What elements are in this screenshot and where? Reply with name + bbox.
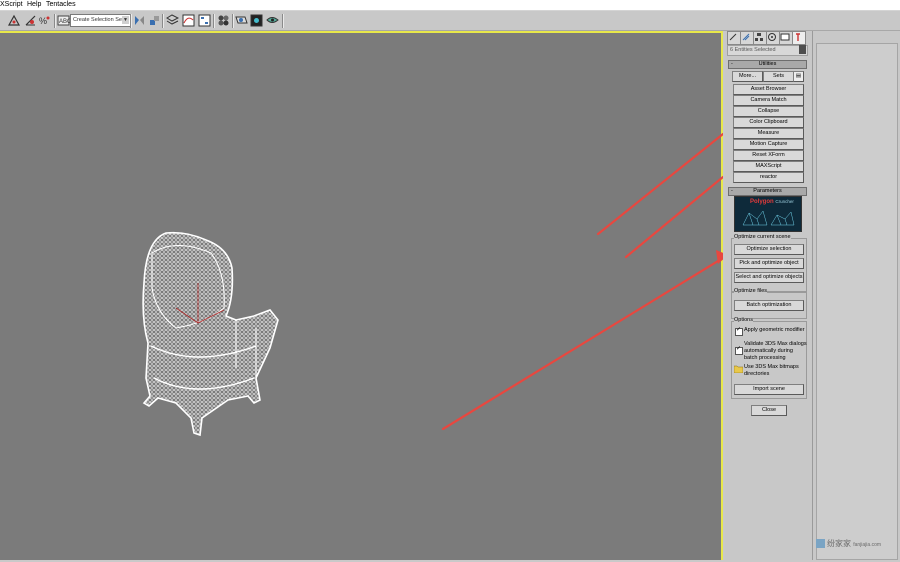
- object-color-swatch[interactable]: [799, 45, 806, 54]
- svg-text:ABC: ABC: [59, 19, 70, 25]
- polygon-cruncher-logo: Polygon Cruncher: [734, 196, 802, 232]
- select-optimize-button[interactable]: Select and optimize objects: [734, 272, 804, 283]
- import-scene-button[interactable]: Import scene: [734, 384, 804, 395]
- sets-button[interactable]: Sets: [763, 71, 794, 82]
- measure-button[interactable]: Measure: [733, 128, 804, 139]
- modify-tab-icon[interactable]: [740, 31, 754, 45]
- command-panel: 6 Entities Selected - Utilities More... S…: [725, 31, 812, 560]
- validate-dialogs-label-2: automatically during: [744, 348, 793, 354]
- reset-xform-button[interactable]: Reset XForm: [733, 150, 804, 161]
- parameters-rollout-header[interactable]: - Parameters: [728, 187, 807, 196]
- validate-dialogs-label-1: Validate 3DS Max dialogs: [744, 341, 807, 347]
- percent-snap-icon[interactable]: %: [38, 14, 51, 27]
- edit-named-selection-icon[interactable]: ABC: [57, 14, 70, 27]
- apply-modifier-checkbox[interactable]: [735, 326, 743, 336]
- optimize-selection-button[interactable]: Optimize selection: [734, 244, 804, 255]
- render-production-icon[interactable]: [266, 14, 279, 27]
- mirror-icon[interactable]: [133, 14, 146, 27]
- main-toolbar: % ABC Create Selection Set ▼: [0, 11, 900, 31]
- rendered-frame-window-icon[interactable]: [250, 14, 263, 27]
- use-bitmaps-label-2: directories: [744, 371, 770, 377]
- close-button[interactable]: Close: [751, 405, 787, 416]
- curve-editor-icon[interactable]: [182, 14, 195, 27]
- configure-button-sets-icon[interactable]: ▤: [793, 71, 804, 82]
- optimize-files-label: Optimize files: [734, 288, 768, 294]
- chevron-down-icon: ▼: [122, 16, 129, 24]
- collapse-button[interactable]: Collapse: [733, 106, 804, 117]
- create-tab-icon[interactable]: [727, 31, 741, 45]
- layer-manager-icon[interactable]: [166, 14, 179, 27]
- material-editor-icon[interactable]: [217, 14, 230, 27]
- menu-bar: XScript Help Tentacles: [0, 0, 900, 11]
- render-setup-icon[interactable]: [235, 14, 248, 27]
- collapse-icon: -: [731, 61, 733, 67]
- options-label: Options: [734, 317, 753, 323]
- display-tab-icon[interactable]: [779, 31, 793, 45]
- optimize-scene-label: Optimize current scene: [734, 234, 791, 240]
- camera-match-button[interactable]: Camera Match: [733, 95, 804, 106]
- more-button[interactable]: More...: [732, 71, 763, 82]
- empty-panel-area: [816, 43, 898, 560]
- logo-icon: [816, 539, 825, 549]
- side-panel-strip: [812, 31, 900, 560]
- batch-optimization-button[interactable]: Batch optimization: [734, 300, 804, 311]
- schematic-view-icon[interactable]: [198, 14, 211, 27]
- menu-help[interactable]: Help: [27, 1, 41, 8]
- asset-browser-button[interactable]: Asset Browser: [733, 84, 804, 95]
- motion-capture-button[interactable]: Motion Capture: [733, 139, 804, 150]
- folder-icon[interactable]: [734, 365, 743, 373]
- annotation-arrows: [441, 132, 723, 431]
- color-clipboard-button[interactable]: Color Clipboard: [733, 117, 804, 128]
- validate-dialogs-checkbox[interactable]: [735, 345, 743, 355]
- named-selection-dropdown[interactable]: Create Selection Set ▼: [70, 14, 131, 27]
- perspective-viewport[interactable]: [0, 31, 723, 560]
- apply-modifier-label: Apply geometric modifier: [744, 327, 805, 333]
- utilities-tab-icon[interactable]: [792, 31, 806, 45]
- menu-tentacles[interactable]: Tentacles: [46, 1, 76, 8]
- validate-dialogs-label-3: batch processing: [744, 355, 786, 361]
- reactor-button[interactable]: reactor: [733, 172, 804, 183]
- utilities-rollout-header[interactable]: - Utilities: [728, 60, 807, 69]
- pick-optimize-button[interactable]: Pick and optimize object: [734, 258, 804, 269]
- motion-tab-icon[interactable]: [766, 31, 780, 45]
- collapse-icon: -: [731, 188, 733, 194]
- selection-info-field: 6 Entities Selected: [727, 45, 808, 56]
- maxscript-button[interactable]: MAXScript: [733, 161, 804, 172]
- use-bitmaps-label-1: Use 3DS Max bitmaps: [744, 364, 799, 370]
- hierarchy-tab-icon[interactable]: [753, 31, 767, 45]
- angle-snap-icon[interactable]: [24, 14, 37, 27]
- svg-text:%: %: [39, 16, 47, 26]
- align-icon[interactable]: [148, 14, 161, 27]
- menu-maxscript[interactable]: XScript: [0, 1, 23, 8]
- site-watermark: 纷家家 fanjiajia.com: [816, 538, 881, 549]
- snap-2d-icon[interactable]: [8, 14, 21, 27]
